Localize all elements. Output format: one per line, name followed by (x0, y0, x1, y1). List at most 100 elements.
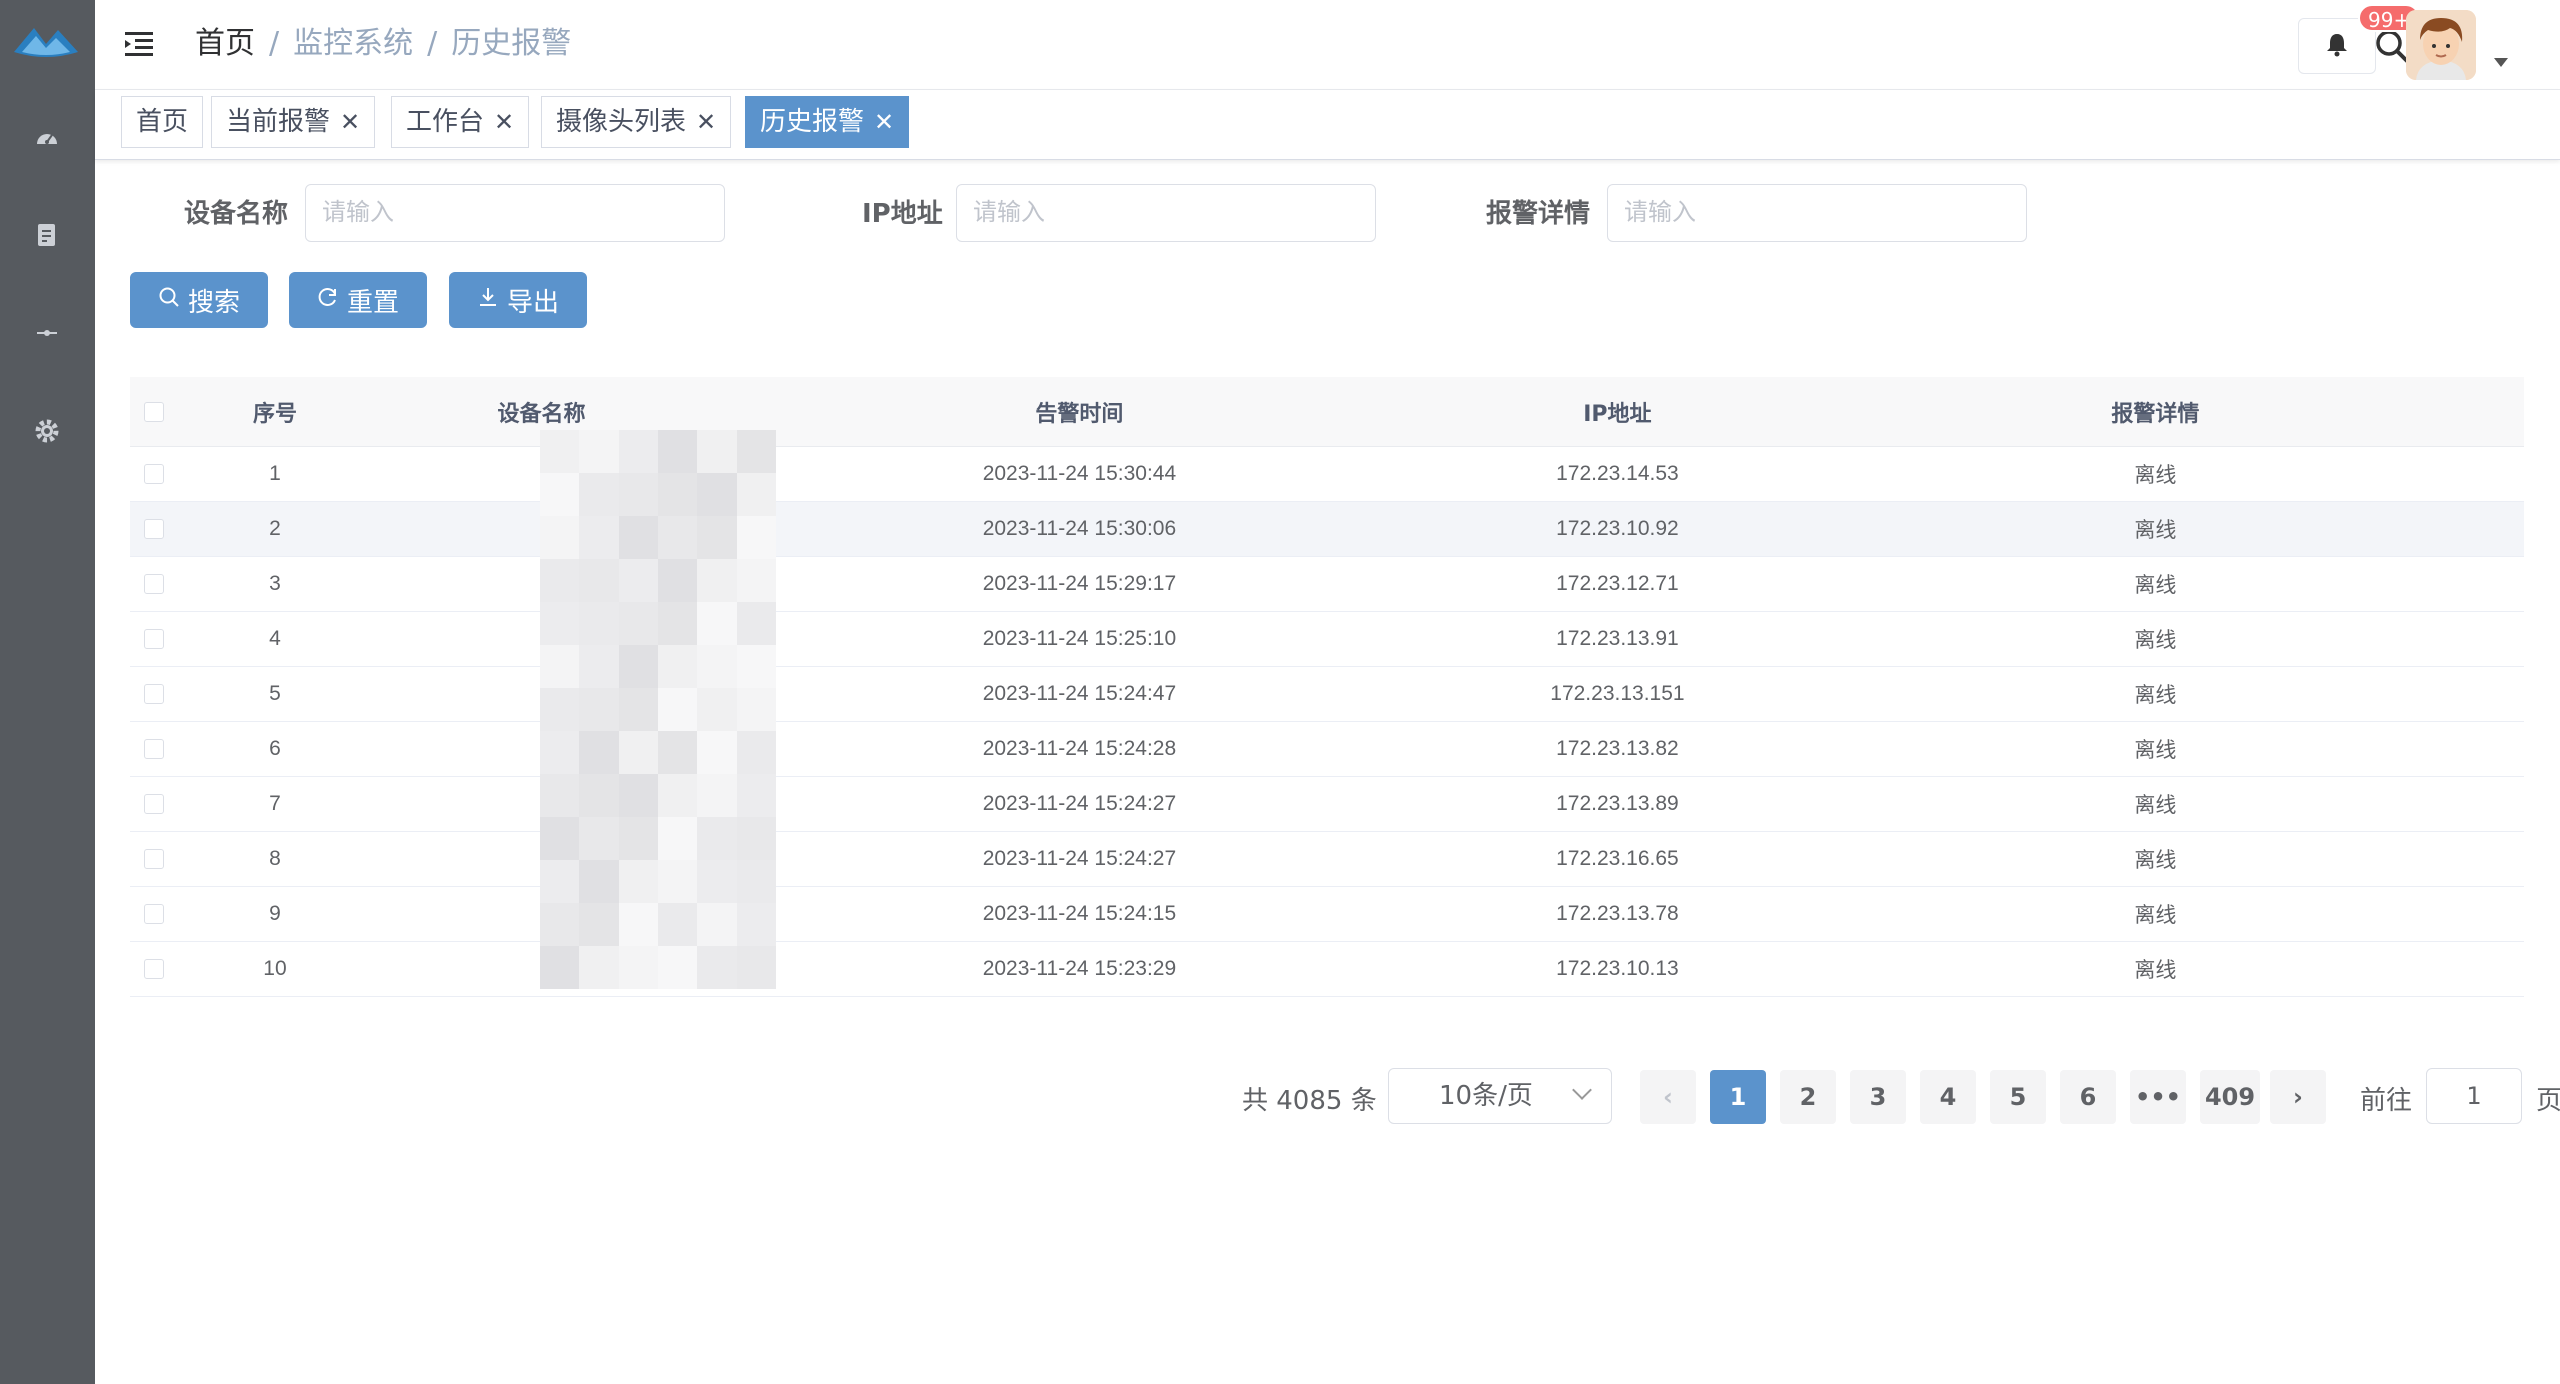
close-icon[interactable]: ✕ (696, 110, 716, 134)
cell-ip: 172.23.12.71 (1556, 572, 1679, 595)
page-3[interactable]: 3 (1850, 1070, 1906, 1124)
cell-time: 2023-11-24 15:30:44 (982, 462, 1177, 485)
cell-time: 2023-11-24 15:29:17 (982, 572, 1177, 595)
table-row[interactable]: 2门2023-11-24 15:30:06172.23.10.92离线 (130, 502, 2524, 557)
chevron-down-icon (1572, 1080, 1592, 1100)
logo[interactable] (12, 18, 80, 64)
hamburger-icon[interactable] (123, 30, 155, 58)
settings-icon[interactable] (30, 414, 64, 448)
page-last[interactable]: 409 (2200, 1070, 2260, 1124)
refresh-icon (317, 285, 339, 315)
next-page-button[interactable]: › (2270, 1070, 2326, 1124)
device-name-label: 设备名称 (184, 199, 289, 229)
tags-view: 首页 当前报警 ✕ 工作台 ✕ 摄像头列表 ✕ 历史报警 ✕ (95, 90, 2560, 160)
row-checkbox[interactable] (130, 849, 178, 869)
tag-camera-list[interactable]: 摄像头列表 ✕ (541, 96, 732, 148)
export-button[interactable]: 导出 (449, 272, 587, 328)
cell-detail: 离线 (2134, 904, 2177, 927)
ip-label: IP地址 (862, 199, 943, 229)
row-checkbox[interactable] (130, 574, 178, 594)
cell-detail: 离线 (2134, 519, 2177, 542)
cell-index: 6 (269, 737, 281, 760)
tag-home[interactable]: 首页 (121, 96, 204, 148)
ip-input[interactable] (956, 184, 1376, 242)
column-header: 告警时间 (1035, 401, 1124, 427)
goto-suffix: 页 (2536, 1086, 2560, 1116)
table-row[interactable]: 3 2023-11-24 15:29:17 172.23.12.71 离线 (130, 557, 2524, 612)
cell-time: 2023-11-24 15:24:28 (982, 737, 1177, 760)
row-checkbox[interactable] (130, 629, 178, 649)
table-row[interactable]: 5 2023-11-24 15:24:47 172.23.13.151 离线 (130, 667, 2524, 722)
reset-button[interactable]: 重置 (289, 272, 427, 328)
tag-current-alarm[interactable]: 当前报警 ✕ (211, 96, 376, 148)
link-icon[interactable] (30, 316, 64, 350)
cell-ip: 172.23.13.78 (1556, 902, 1679, 925)
close-icon[interactable]: ✕ (494, 110, 514, 134)
breadcrumb-separator: / (427, 26, 438, 61)
cell-detail: 离线 (2134, 959, 2177, 982)
cell-detail: 离线 (2134, 794, 2177, 817)
row-checkbox[interactable] (130, 739, 178, 759)
page-6[interactable]: 6 (2060, 1070, 2116, 1124)
table-row[interactable]: 4门2023-11-24 15:25:10172.23.13.91离线 (130, 612, 2524, 667)
table-row[interactable]: 7门访2023-11-24 15:24:27172.23.13.89离线 (130, 777, 2524, 832)
cell-index: 8 (269, 847, 281, 870)
page-5[interactable]: 5 (1990, 1070, 2046, 1124)
column-header: 序号 (252, 401, 297, 427)
cell-ip: 172.23.10.13 (1556, 957, 1679, 980)
document-icon[interactable] (30, 218, 64, 252)
page-4[interactable]: 4 (1920, 1070, 1976, 1124)
page-1[interactable]: 1 (1710, 1070, 1766, 1124)
cell-ip: 172.23.13.91 (1556, 627, 1679, 650)
column-header: 报警详情 (2111, 401, 2200, 427)
page-2[interactable]: 2 (1780, 1070, 1836, 1124)
close-icon[interactable]: ✕ (874, 110, 894, 134)
chevron-down-icon[interactable] (2494, 58, 2508, 67)
table-row[interactable]: 8 2023-11-24 15:24:27 172.23.16.65 离线 (130, 832, 2524, 887)
pagination-ellipsis[interactable]: ••• (2130, 1070, 2186, 1124)
alarm-table: 序号 设备名称 告警时间 IP地址 报警详情 1 2023-11-24 15:30… (130, 377, 2524, 997)
row-checkbox[interactable] (130, 464, 178, 484)
row-checkbox[interactable] (130, 904, 178, 924)
search-button[interactable]: 搜索 (130, 272, 268, 328)
table-row[interactable]: 9 2023-11-24 15:24:15 172.23.13.78 离线 (130, 887, 2524, 942)
goto-prefix: 前往 (2360, 1086, 2413, 1116)
cell-ip: 172.23.16.65 (1556, 847, 1679, 870)
prev-page-button[interactable]: ‹ (1640, 1070, 1696, 1124)
dashboard-icon[interactable] (30, 120, 64, 154)
table-row[interactable]: 6 2023-11-24 15:24:28 172.23.13.82 离线 (130, 722, 2524, 777)
tag-history-alarm[interactable]: 历史报警 ✕ (745, 96, 910, 148)
cell-time: 2023-11-24 15:24:27 (982, 792, 1177, 815)
goto-page-input[interactable]: 1 (2426, 1068, 2522, 1124)
cell-index: 9 (269, 902, 281, 925)
table-row[interactable]: 10门访2023-11-24 15:23:29172.23.10.13离线 (130, 942, 2524, 997)
sidebar (0, 0, 95, 1384)
breadcrumb-home[interactable]: 首页 (195, 26, 255, 61)
cell-ip: 172.23.13.89 (1556, 792, 1679, 815)
detail-input[interactable] (1607, 184, 2027, 242)
tag-workbench[interactable]: 工作台 ✕ (391, 96, 530, 148)
row-checkbox[interactable] (130, 519, 178, 539)
cell-detail: 离线 (2134, 629, 2177, 652)
cell-index: 7 (269, 792, 281, 815)
select-all-checkbox[interactable] (130, 401, 178, 422)
row-checkbox[interactable] (130, 684, 178, 704)
cell-time: 2023-11-24 15:24:27 (982, 847, 1177, 870)
pagination-total: 共 4085 条 (1242, 1086, 1377, 1116)
page-size-value: 10条/页 (1439, 1081, 1533, 1111)
breadcrumb-monitor[interactable]: 监控系统 (293, 26, 413, 61)
avatar[interactable] (2406, 10, 2476, 80)
row-checkbox[interactable] (130, 794, 178, 814)
row-checkbox[interactable] (130, 959, 178, 979)
search-button-label: 搜索 (187, 287, 240, 318)
tag-label: 首页 (136, 107, 189, 137)
table-row[interactable]: 1 2023-11-24 15:30:44 172.23.14.53 离线 (130, 447, 2524, 502)
cell-index: 4 (269, 627, 281, 650)
cell-time: 2023-11-24 15:30:06 (982, 517, 1177, 540)
cell-index: 2 (269, 517, 281, 540)
device-name-input[interactable] (305, 184, 725, 242)
redacted-area (540, 430, 776, 990)
column-header: IP地址 (1583, 401, 1652, 427)
page-size-select[interactable]: 10条/页 (1388, 1068, 1612, 1124)
close-icon[interactable]: ✕ (340, 110, 360, 134)
